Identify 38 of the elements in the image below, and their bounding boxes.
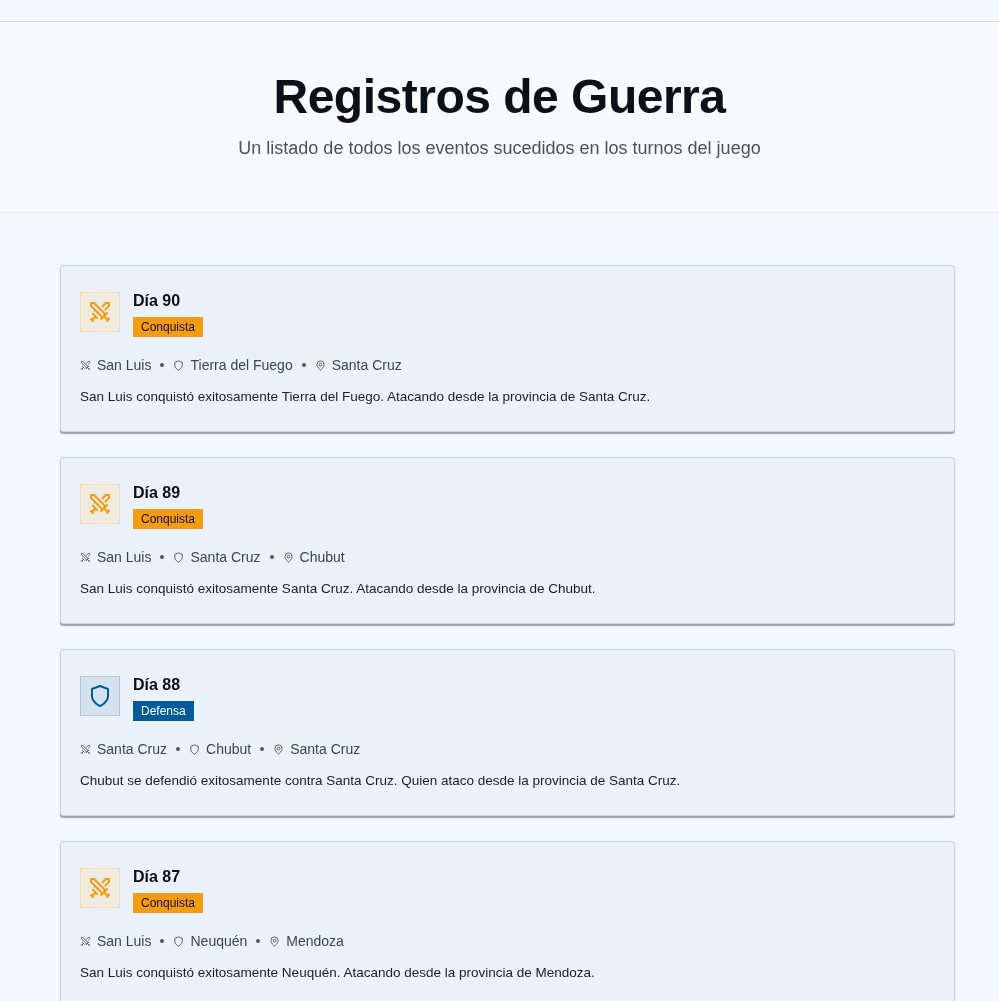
crossed-swords-icon	[80, 551, 91, 563]
crossed-swords-icon	[80, 935, 91, 947]
defender-name: Neuquén	[190, 933, 248, 949]
location-pin-icon	[282, 551, 294, 563]
shield-icon	[173, 935, 185, 947]
attacker-name: San Luis	[97, 357, 152, 373]
shield-icon	[189, 743, 201, 755]
event-day: Día 89	[133, 484, 181, 502]
page-title: Registros de Guerra	[273, 69, 726, 124]
crossed-swords-icon	[80, 359, 91, 371]
origin-name: Mendoza	[286, 933, 344, 949]
page-subtitle: Un listado de todos los eventos sucedidos en los turnos del juego	[238, 138, 761, 159]
shield-icon	[173, 551, 185, 563]
event-description: Chubut se defendió exitosamente contra Santa Cruz. Quien ataco desde la provincia de Santa Cruz.	[80, 773, 682, 788]
origin-name: Santa Cruz	[331, 357, 402, 373]
defender-name: Santa Cruz	[190, 549, 261, 565]
event-day: Día 88	[133, 676, 181, 694]
location-pin-icon	[273, 743, 285, 755]
event-description: San Luis conquistó exitosamente Santa Cruz. Atacando desde la provincia de Chubut.	[80, 581, 597, 596]
location-pin-icon	[269, 935, 281, 947]
shield-icon	[173, 359, 185, 371]
defender-name: Tierra del Fuego	[190, 357, 293, 373]
crossed-swords-icon	[80, 743, 91, 755]
defender-name: Chubut	[206, 741, 252, 757]
origin-name: Santa Cruz	[290, 741, 361, 757]
origin-name: Chubut	[299, 549, 345, 565]
event-day: Día 90	[133, 292, 181, 310]
attacker-name: San Luis	[97, 549, 152, 565]
attacker-name: Santa Cruz	[97, 741, 168, 757]
event-description: San Luis conquistó exitosamente Neuquén. Atacando desde la provincia de Mendoza.	[80, 965, 596, 980]
event-type-badge: Conquista	[133, 317, 204, 337]
event-day: Día 87	[133, 868, 181, 886]
event-type-badge: Conquista	[133, 509, 204, 529]
attacker-name: San Luis	[97, 933, 152, 949]
event-type-badge: Defensa	[133, 701, 194, 721]
event-type-badge: Conquista	[133, 893, 204, 913]
location-pin-icon	[314, 359, 326, 371]
event-description: San Luis conquistó exitosamente Tierra del Fuego. Atacando desde la provincia de Santa Cruz.	[80, 389, 652, 404]
